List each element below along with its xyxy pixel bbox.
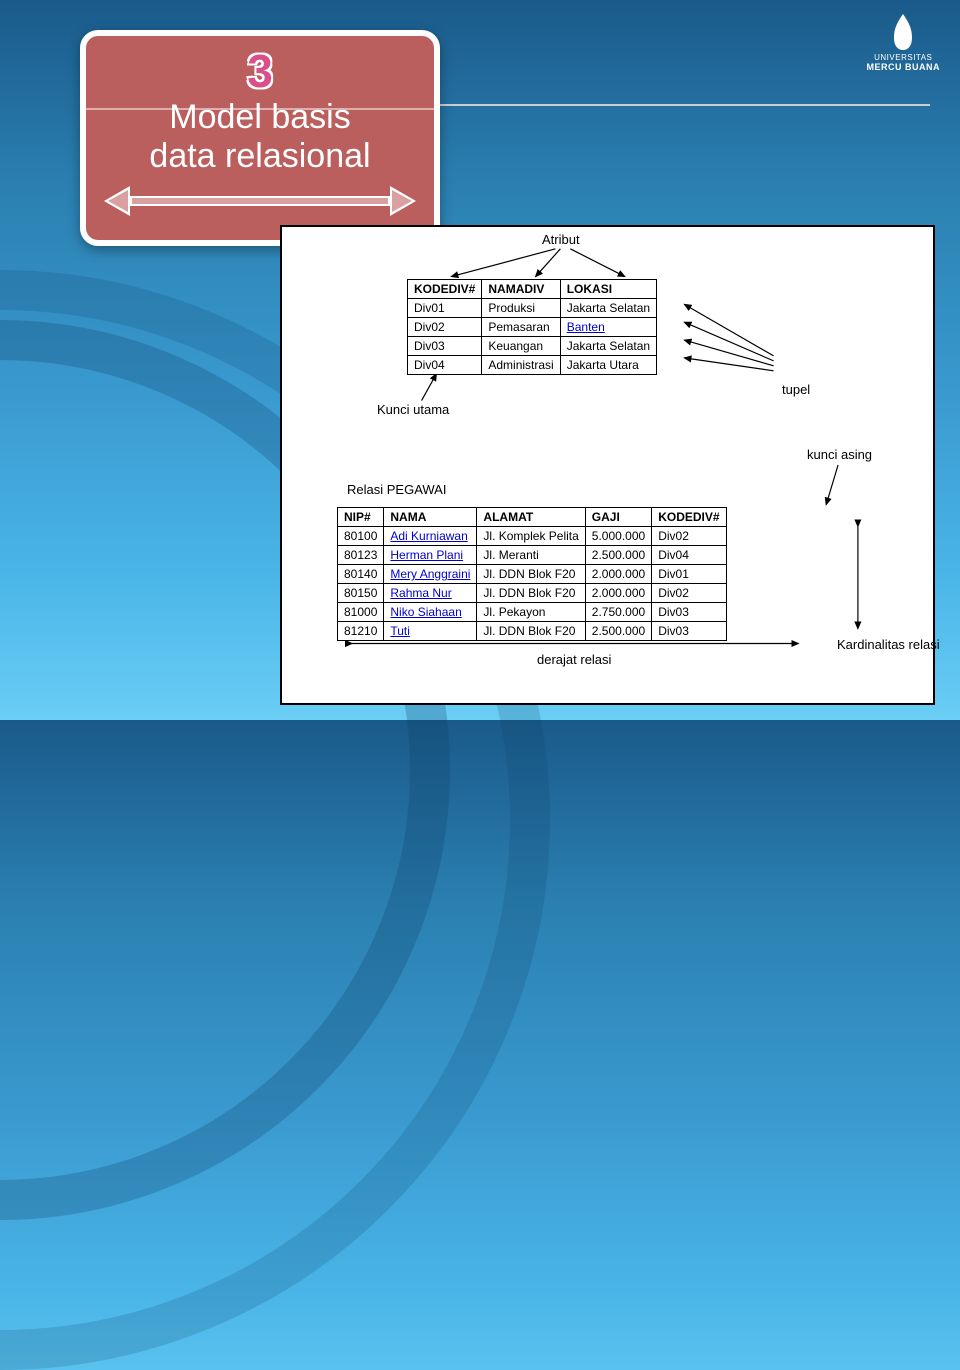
table-row: Div01ProduksiJakarta Selatan xyxy=(408,299,657,318)
decorative-line xyxy=(440,104,930,106)
label-kunci-asing: kunci asing xyxy=(807,447,872,462)
flame-icon xyxy=(886,12,920,52)
logo-univ: UNIVERSITAS xyxy=(874,53,932,62)
table-row: KODEDIV#NAMADIVLOKASI xyxy=(408,280,657,299)
diagram-panel: Atribut Kunci utama tupel kunci asing Re… xyxy=(280,225,935,705)
label-tupel: tupel xyxy=(782,382,810,397)
title-card: 3 Model basis data relasional xyxy=(80,30,440,246)
table-row: 80123Herman PlaniJl. Meranti2.500.000Div… xyxy=(338,546,727,565)
label-kunci-utama: Kunci utama xyxy=(377,402,449,417)
logo-name: MERCU BUANA xyxy=(867,63,941,73)
table-divisi: KODEDIV#NAMADIVLOKASI Div01ProduksiJakar… xyxy=(407,279,657,375)
table-pegawai: NIP#NAMAALAMATGAJIKODEDIV# 80100Adi Kurn… xyxy=(337,507,727,641)
table-row: Div03KeuanganJakarta Selatan xyxy=(408,337,657,356)
table-row: 81000Niko SiahaanJl. Pekayon2.750.000Div… xyxy=(338,603,727,622)
table-row: 80150Rahma NurJl. DDN Blok F202.000.000D… xyxy=(338,584,727,603)
chapter-number: 3 xyxy=(104,48,416,94)
table-row: Div02PemasaranBanten xyxy=(408,318,657,337)
table-row: NIP#NAMAALAMATGAJIKODEDIV# xyxy=(338,508,727,527)
label-atribut: Atribut xyxy=(542,232,580,247)
label-relasi-pegawai: Relasi PEGAWAI xyxy=(347,482,446,497)
table-row: Div04AdministrasiJakarta Utara xyxy=(408,356,657,375)
table-row: 80100Adi KurniawanJl. Komplek Pelita5.00… xyxy=(338,527,727,546)
table-row: 81210TutiJl. DDN Blok F202.500.000Div03 xyxy=(338,622,727,641)
label-kardinalitas: Kardinalitas relasi xyxy=(837,637,940,652)
university-logo: UNIVERSITAS MERCU BUANA xyxy=(867,12,941,73)
table-row: 80140Mery AnggrainiJl. DDN Blok F202.000… xyxy=(338,565,727,584)
divider xyxy=(86,108,434,110)
double-arrow-icon xyxy=(110,190,410,212)
label-derajat-relasi: derajat relasi xyxy=(537,652,611,667)
